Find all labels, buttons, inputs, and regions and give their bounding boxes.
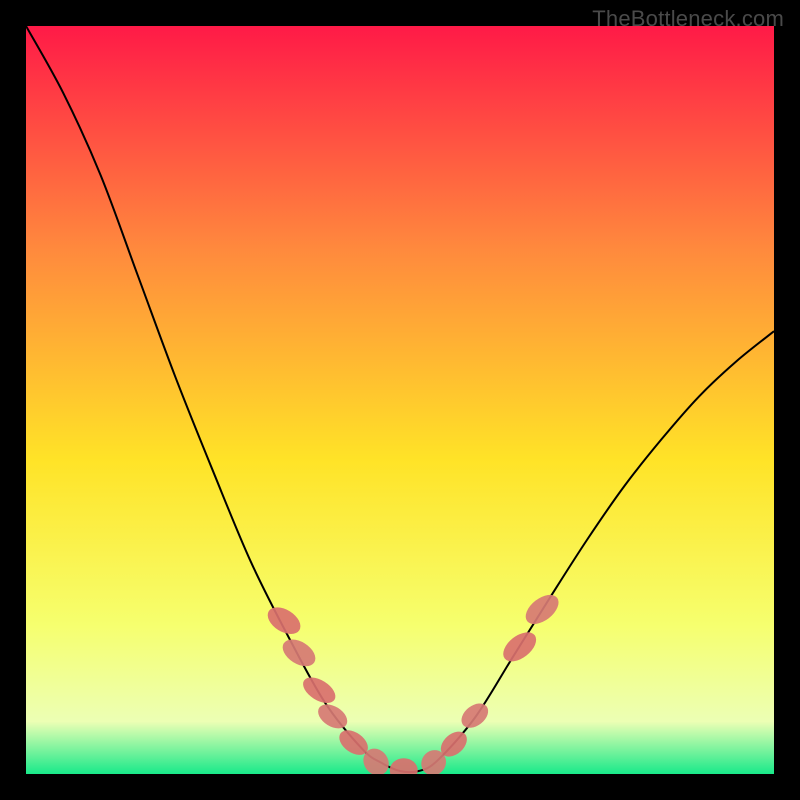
chart-svg [26,26,774,774]
watermark-text: TheBottleneck.com [592,6,784,32]
gradient-background [26,26,774,774]
plot-area [26,26,774,774]
chart-frame: TheBottleneck.com [0,0,800,800]
